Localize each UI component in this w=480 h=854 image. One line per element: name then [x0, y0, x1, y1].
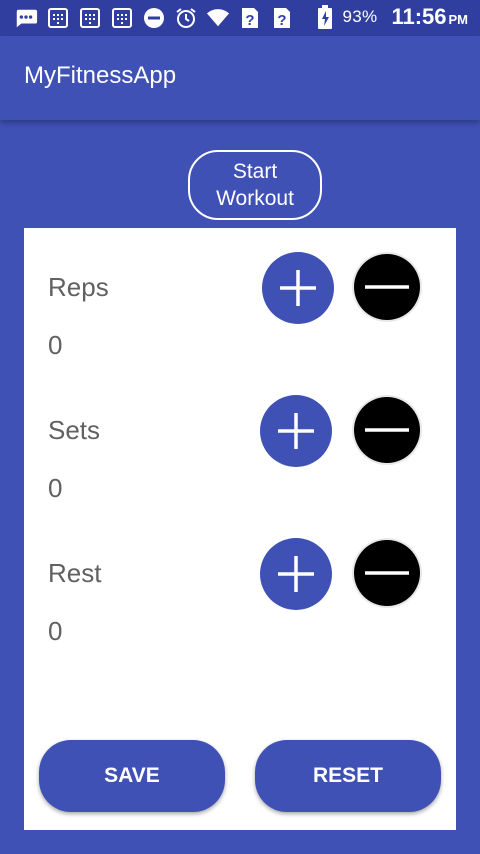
plus-icon — [278, 556, 314, 592]
reset-button[interactable]: RESET — [255, 740, 441, 812]
status-right: 93% 11:56 PM — [313, 4, 468, 30]
plus-icon — [280, 270, 316, 306]
reps-increment-button[interactable] — [262, 252, 334, 324]
wifi-icon — [206, 6, 230, 30]
rest-decrement-button[interactable] — [354, 540, 420, 606]
calendar-icon — [110, 6, 134, 30]
sets-value: 0 — [48, 473, 63, 503]
sim-unknown-icon: ? — [238, 6, 262, 30]
minus-icon — [365, 571, 409, 575]
reps-value: 0 — [48, 330, 63, 360]
alarm-icon — [174, 6, 198, 30]
save-button[interactable]: SAVE — [39, 740, 225, 812]
svg-text:?: ? — [277, 12, 286, 29]
battery-percent: 93% — [342, 7, 378, 26]
svg-text:?: ? — [245, 12, 254, 29]
minus-icon — [365, 428, 409, 432]
reps-decrement-button[interactable] — [354, 254, 420, 320]
rest-label: Rest — [48, 558, 102, 588]
chat-bubble-icon — [14, 6, 38, 30]
minus-icon — [365, 285, 409, 289]
status-bar: ? ? 93% 11:56 PM — [0, 0, 480, 36]
reps-label: Reps — [48, 272, 109, 302]
sets-increment-button[interactable] — [260, 395, 332, 467]
battery-charging-icon — [313, 5, 337, 29]
counter-panel: Reps 0 Sets 0 Rest 0 SAVE RESET — [24, 228, 456, 830]
app-bar: MyFitnessApp — [0, 36, 480, 120]
notification-icons: ? ? — [14, 6, 294, 30]
start-workout-button[interactable]: Start Workout — [188, 150, 322, 220]
rest-increment-button[interactable] — [260, 538, 332, 610]
calendar-icon — [46, 6, 70, 30]
app-title: MyFitnessApp — [24, 62, 177, 89]
sets-label: Sets — [48, 415, 101, 445]
clock-time: 11:56 — [391, 4, 447, 29]
clock: 11:56 PM — [391, 4, 468, 30]
sim-unknown-icon: ? — [270, 6, 294, 30]
sets-decrement-button[interactable] — [354, 397, 420, 463]
clock-ampm: PM — [448, 12, 469, 27]
rest-value: 0 — [48, 616, 63, 646]
do-not-disturb-icon — [142, 6, 166, 30]
plus-icon — [278, 413, 314, 449]
calendar-icon — [78, 6, 102, 30]
